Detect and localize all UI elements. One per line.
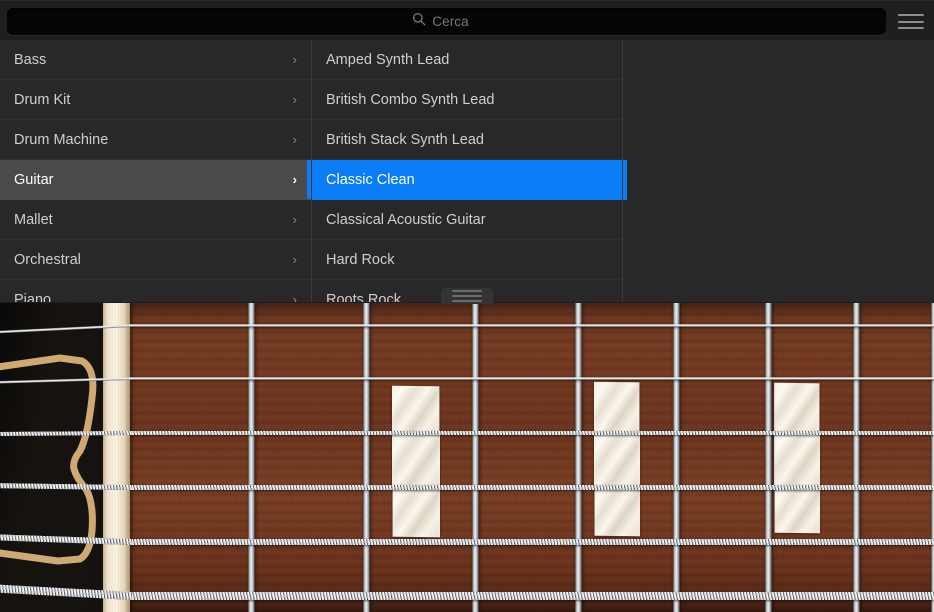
handle-line-2 [452, 295, 482, 297]
hamburger-menu-icon[interactable] [898, 12, 924, 31]
menu-line-2 [898, 21, 924, 23]
guitar-headstock [0, 303, 104, 612]
chevron-right-icon: › [293, 93, 297, 106]
handle-line-3 [452, 300, 482, 302]
fret-inlay-3-seg-3 [775, 487, 820, 534]
fret-inlay-2-seg-1 [594, 382, 639, 434]
patch-item-label: Amped Synth Lead [326, 52, 608, 68]
fret-5 [673, 303, 680, 612]
fret-inlay-3-seg-2 [774, 433, 820, 487]
chevron-right-icon: › [293, 253, 297, 266]
detail-column[interactable] [622, 40, 934, 302]
chevron-right-icon: › [293, 173, 297, 186]
patch-item-british-combo-synth-lead[interactable]: British Combo Synth Lead [312, 80, 622, 120]
fret-2 [363, 303, 370, 612]
category-item-label: Guitar [14, 172, 285, 188]
fret-3 [472, 303, 479, 612]
fret-6 [765, 303, 772, 612]
patch-item-british-stack-synth-lead[interactable]: British Stack Synth Lead [312, 120, 622, 160]
category-item-label: Orchestral [14, 252, 285, 268]
fret-inlay-1-seg-1 [392, 386, 439, 434]
search-placeholder-text: Cerca [432, 14, 469, 29]
fret-inlay-2-seg-3 [595, 487, 640, 537]
patch-browser: Bass›Drum Kit›Drum Machine›Guitar›Mallet… [0, 40, 934, 302]
chevron-right-icon: › [293, 213, 297, 226]
patch-item-label: Classical Acoustic Guitar [326, 212, 608, 228]
chevron-right-icon: › [293, 53, 297, 66]
patch-column[interactable]: Amped Synth Lead British Combo Synth Lead… [311, 40, 622, 302]
patch-item-classical-acoustic-guitar[interactable]: Classical Acoustic Guitar [312, 200, 622, 240]
category-item-orchestral[interactable]: Orchestral › [0, 240, 311, 280]
category-item-label: Bass [14, 52, 285, 68]
category-item-drum-kit[interactable]: Drum Kit › [0, 80, 311, 120]
guitar-instrument-view[interactable] [0, 303, 934, 612]
handle-line-1 [452, 290, 482, 292]
fret-inlay-2-seg-2 [594, 433, 640, 487]
fret-4 [575, 303, 582, 612]
patch-item-hard-rock[interactable]: Hard Rock [312, 240, 622, 280]
fret-7 [853, 303, 860, 612]
patch-item-amped-synth-lead[interactable]: Amped Synth Lead [312, 40, 622, 80]
category-column[interactable]: Bass›Drum Kit›Drum Machine›Guitar›Mallet… [0, 40, 311, 302]
detail-selection-indicator [623, 160, 627, 200]
patch-item-label: British Stack Synth Lead [326, 132, 608, 148]
patch-item-label: Classic Clean [326, 172, 608, 188]
menu-line-1 [898, 14, 924, 16]
category-item-guitar[interactable]: Guitar › [0, 160, 311, 200]
garageband-instrument-browser: Cerca Bass › Drum Kit › Drum Machine › Guitar ›… [0, 0, 934, 612]
category-item-label: Drum Kit [14, 92, 285, 108]
chevron-right-icon: › [293, 293, 297, 302]
browser-resize-handle[interactable] [441, 288, 493, 304]
category-item-drum-machine[interactable]: Drum Machine › [0, 120, 311, 160]
chevron-right-icon: › [293, 133, 297, 146]
menu-line-3 [898, 27, 924, 29]
top-toolbar: Cerca [0, 0, 934, 40]
category-item-label: Piano [14, 292, 285, 303]
patch-item-classic-clean[interactable]: Classic Clean [312, 160, 622, 200]
patch-item-label: Hard Rock [326, 252, 608, 268]
fret-1 [248, 303, 255, 612]
guitar-nut [103, 303, 130, 612]
headstock-outline-decoration [0, 303, 104, 612]
category-item-bass[interactable]: Bass › [0, 40, 311, 80]
category-item-mallet[interactable]: Mallet › [0, 200, 311, 240]
search-input[interactable]: Cerca [7, 8, 886, 35]
category-item-piano[interactable]: Piano › [0, 280, 311, 302]
fret-inlay-3-seg-1 [774, 383, 819, 434]
patch-item-label: British Combo Synth Lead [326, 92, 608, 108]
fret-inlay-1-seg-3 [393, 487, 440, 538]
search-field-content: Cerca [412, 12, 469, 31]
category-item-label: Mallet [14, 212, 285, 228]
fret-inlay-1-seg-2 [392, 433, 440, 487]
category-item-label: Drum Machine [14, 132, 285, 148]
search-icon [412, 12, 426, 31]
guitar-fretboard[interactable] [130, 303, 934, 612]
